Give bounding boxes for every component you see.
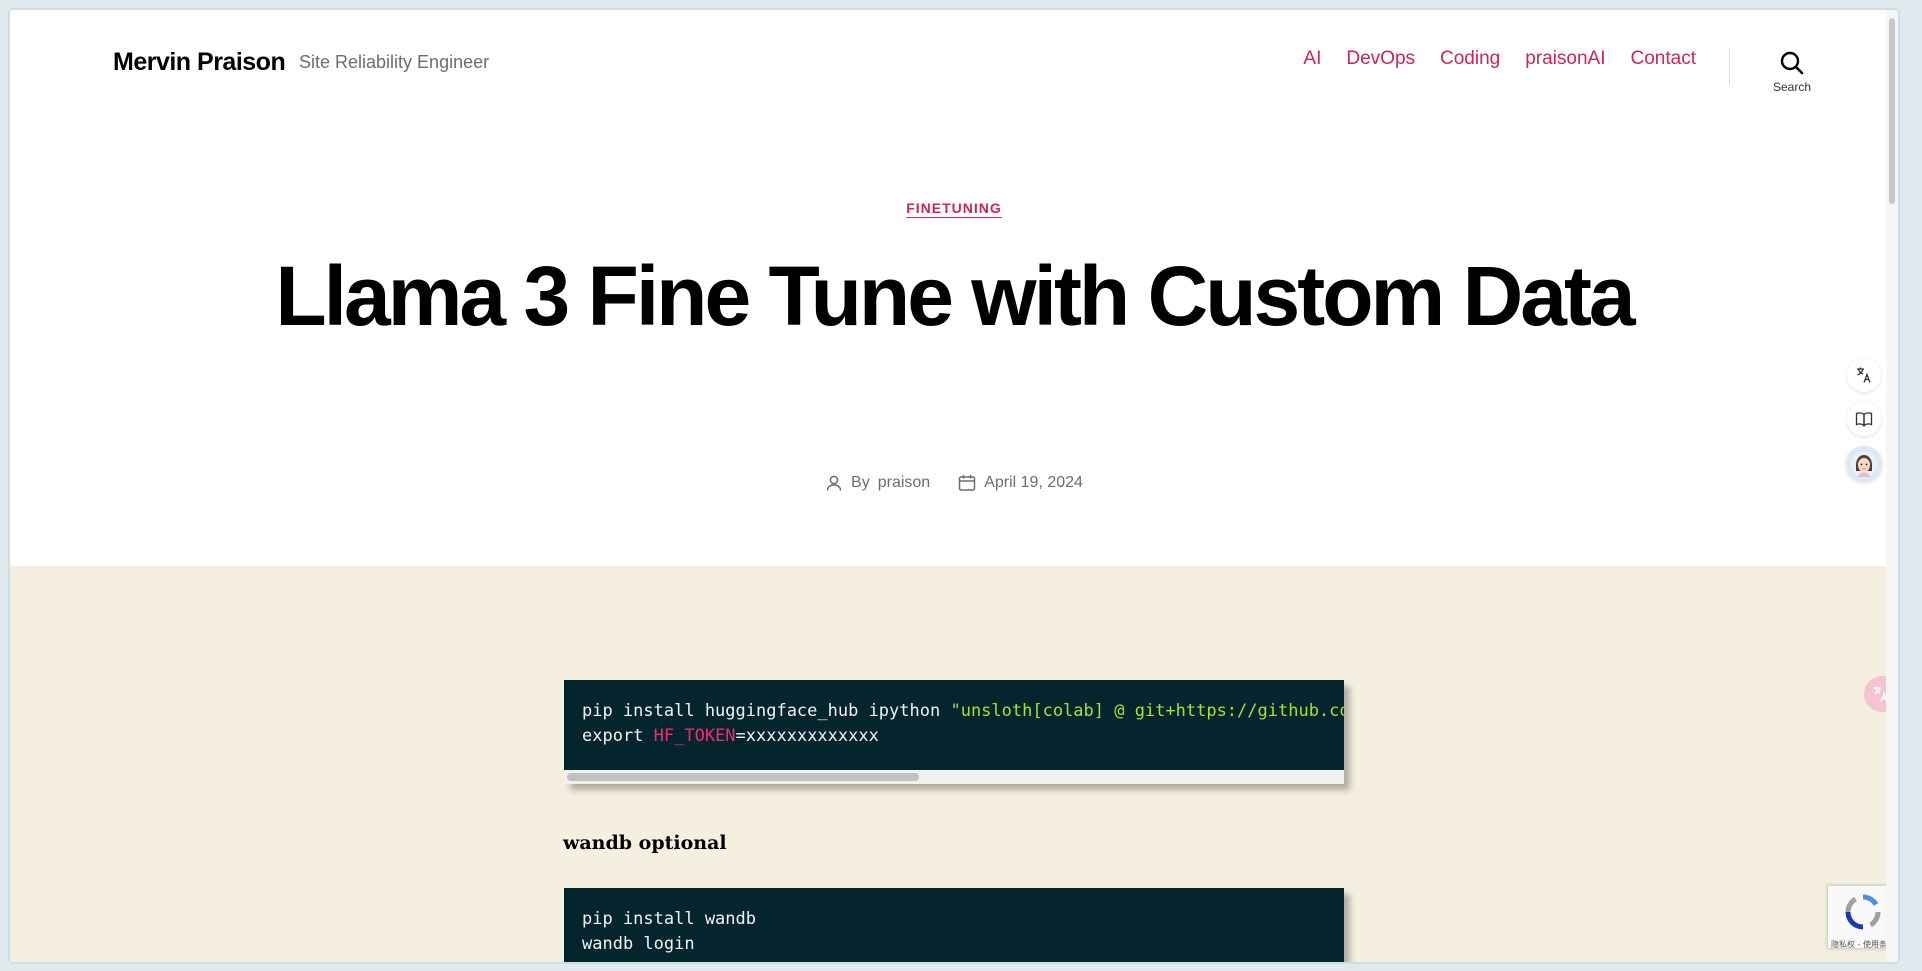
code-line-1: pip install wandb (582, 909, 756, 929)
assistant-avatar[interactable] (1846, 446, 1882, 482)
nav-divider (1729, 48, 1730, 85)
site-description: Site Reliability Engineer (299, 52, 490, 72)
section-heading: wandb optional (563, 832, 727, 854)
author-link[interactable]: praison (878, 474, 930, 492)
scrollbar-thumb[interactable] (567, 773, 919, 781)
calendar-icon (958, 475, 976, 491)
nav-item-devops[interactable]: DevOps (1346, 48, 1415, 70)
code-line-2-value: =xxxxxxxxxxxxx (735, 726, 879, 746)
site-header: Mervin Praison Site Reliability Engineer… (10, 10, 1898, 130)
search-icon (1780, 51, 1804, 75)
search-label: Search (1772, 80, 1812, 94)
side-toolbar (1844, 358, 1884, 482)
code-line-1-string: "unsloth[colab] @ git+https://github.co (950, 701, 1344, 721)
code-line-2-cmd: export (582, 726, 654, 746)
date-link[interactable]: April 19, 2024 (984, 474, 1083, 492)
user-icon (826, 475, 842, 491)
code-line-2-var: HF_TOKEN (653, 726, 736, 746)
page-scrollbar-thumb[interactable] (1889, 18, 1895, 204)
nav-item-ai[interactable]: AI (1303, 48, 1321, 70)
code-horizontal-scrollbar[interactable] (564, 770, 1344, 784)
category-link[interactable]: FINETUNING (906, 200, 1002, 216)
translate-icon (1857, 367, 1871, 383)
nav-item-coding[interactable]: Coding (1440, 48, 1500, 70)
nav-item-contact[interactable]: Contact (1631, 48, 1696, 70)
post-header: FINETUNING Llama 3 Fine Tune with Custom… (10, 130, 1898, 566)
post-content: pip install huggingface_hub ipython "uns… (10, 566, 1898, 962)
code-line-2: wandb login (582, 934, 695, 954)
page-scrollbar[interactable] (1886, 10, 1898, 962)
translate-button[interactable] (1847, 358, 1881, 392)
code-block-wandb[interactable]: pip install wandb wandb login (564, 888, 1344, 962)
avatar-icon (1851, 451, 1877, 477)
post-date: April 19, 2024 (958, 474, 1083, 492)
code-block-install[interactable]: pip install huggingface_hub ipython "uns… (564, 680, 1344, 784)
site-title[interactable]: Mervin Praison (113, 48, 286, 77)
browser-viewport: Mervin Praison Site Reliability Engineer… (10, 10, 1898, 962)
post-author: By praison (825, 474, 930, 492)
search-button[interactable]: Search (1758, 50, 1826, 106)
reader-button[interactable] (1847, 402, 1881, 436)
post-title: Llama 3 Fine Tune with Custom Data (275, 249, 1635, 343)
author-prefix: By (851, 474, 870, 491)
book-icon (1855, 412, 1873, 427)
post-meta: By praison April 19, 2024 (10, 474, 1898, 492)
recaptcha-icon (1845, 894, 1881, 930)
primary-nav: AI DevOps Coding praisonAI Contact (1303, 48, 1696, 70)
nav-item-praisonai[interactable]: praisonAI (1525, 48, 1605, 70)
code-line-1-text: pip install huggingface_hub ipython (582, 701, 951, 721)
category-row: FINETUNING (10, 200, 1898, 218)
